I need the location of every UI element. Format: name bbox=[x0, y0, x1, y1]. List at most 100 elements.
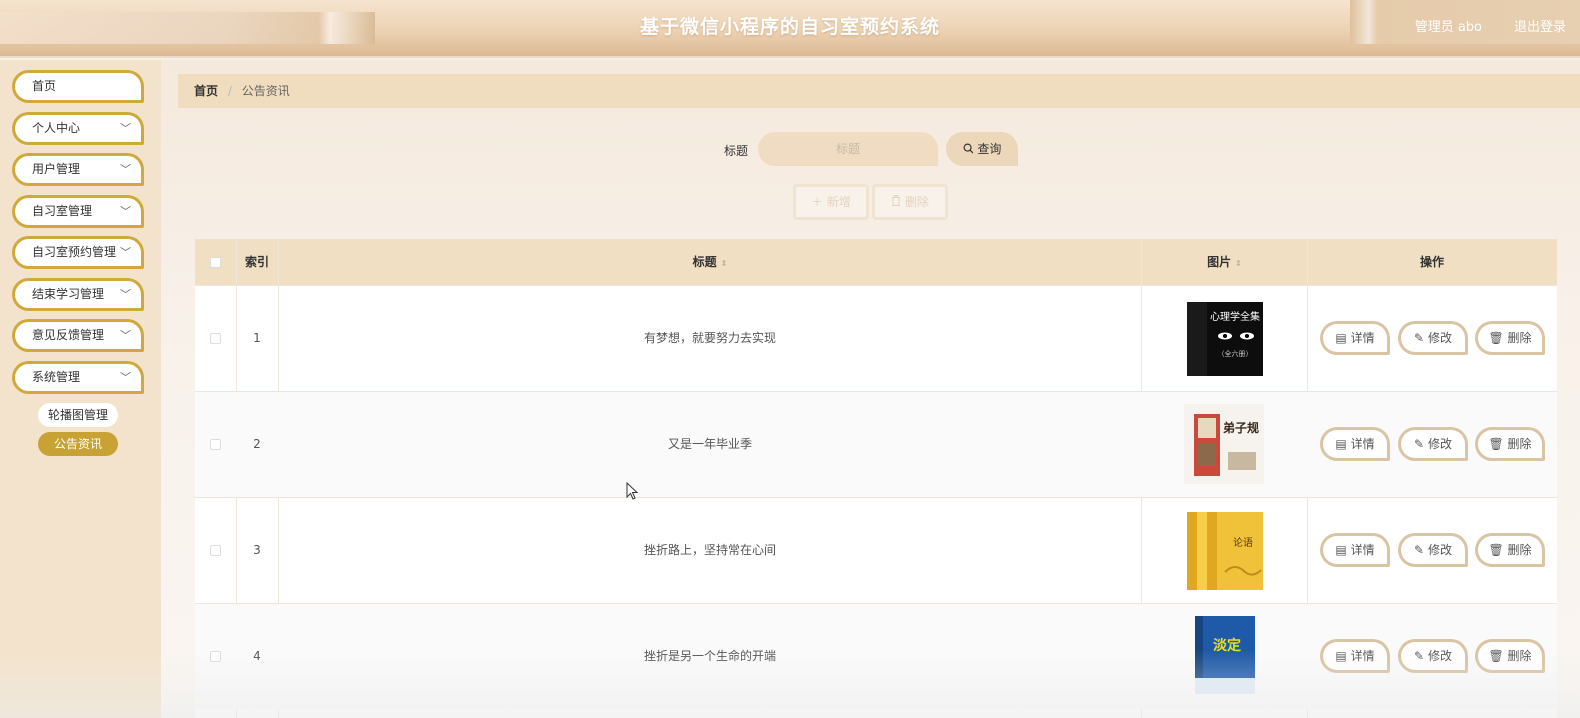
cover-subtitle-text: （全六册） bbox=[1218, 349, 1253, 358]
sidebar-item-personal-center[interactable]: 个人中心 ﹀ bbox=[12, 112, 144, 145]
col-header-image-label: 图片 bbox=[1207, 255, 1232, 269]
trash-icon: 🗑 bbox=[1488, 331, 1504, 345]
sidebar-item-system-management[interactable]: 系统管理 ﹀ bbox=[12, 361, 144, 394]
edit-button-label: 修改 bbox=[1427, 437, 1452, 451]
sidebar-item-label: 个人中心 bbox=[32, 121, 81, 135]
sidebar-item-label: 自习室预约管理 bbox=[32, 245, 117, 259]
edit-button[interactable]: ✎ 修改 bbox=[1398, 321, 1468, 355]
row-index: 4 bbox=[253, 649, 261, 663]
add-button[interactable]: ＋ 新增 bbox=[793, 184, 869, 220]
app-title: 基于微信小程序的自习室预约系统 bbox=[639, 16, 940, 38]
chevron-down-icon: ﹀ bbox=[120, 122, 131, 135]
col-header-title-label: 标题 bbox=[692, 255, 717, 269]
detail-button[interactable]: ▤ 详情 bbox=[1320, 639, 1390, 673]
document-icon: ▤ bbox=[1335, 543, 1347, 557]
row-title: 又是一年毕业季 bbox=[667, 437, 752, 451]
delete-button-label: 删除 bbox=[1507, 543, 1532, 557]
select-all-checkbox[interactable] bbox=[210, 257, 221, 268]
batch-delete-button[interactable]: 删除 bbox=[872, 184, 948, 220]
chevron-down-icon: ﹀ bbox=[120, 246, 131, 259]
row-title: 挫折是另一个生命的开端 bbox=[643, 649, 776, 663]
edit-button[interactable]: ✎ 修改 bbox=[1398, 533, 1468, 567]
sidebar-item-label: 首页 bbox=[32, 79, 57, 93]
submenu-item-carousel[interactable]: 轮播图管理 bbox=[38, 403, 118, 427]
add-button-label: 新增 bbox=[826, 195, 851, 209]
mouse-cursor-icon bbox=[626, 482, 639, 500]
edit-button[interactable]: ✎ 修改 bbox=[1398, 427, 1468, 461]
pencil-icon: ✎ bbox=[1414, 331, 1425, 345]
batch-delete-label: 删除 bbox=[904, 195, 929, 209]
row-index: 1 bbox=[253, 331, 261, 345]
col-header-image[interactable]: 图片 ⇕ bbox=[1142, 239, 1307, 285]
sidebar-item-label: 结束学习管理 bbox=[32, 287, 105, 301]
delete-button-label: 删除 bbox=[1507, 649, 1532, 663]
document-icon: ▤ bbox=[1335, 437, 1347, 451]
sidebar-item-study-room-management[interactable]: 自习室管理 ﹀ bbox=[12, 195, 144, 228]
table-header: 索引 标题 ⇕ 图片 ⇕ 操作 bbox=[195, 239, 1557, 285]
trash-icon: 🗑 bbox=[1488, 543, 1504, 557]
edit-button[interactable]: ✎ 修改 bbox=[1398, 639, 1468, 673]
chevron-down-icon: ﹀ bbox=[120, 288, 131, 301]
sidebar-item-feedback-management[interactable]: 意见反馈管理 ﹀ bbox=[12, 319, 144, 352]
table-row: 1 有梦想，就要努力去实现 心理学全集 （全六册） ▤ 详情 ✎ 修改 🗑 删除 bbox=[195, 285, 1557, 391]
edit-button-label: 修改 bbox=[1427, 331, 1452, 345]
sort-icon[interactable]: ⇕ bbox=[1235, 259, 1242, 268]
top-header: 基于微信小程序的自习室预约系统 管理员 abo 退出登录 bbox=[0, 0, 1580, 58]
row-checkbox[interactable] bbox=[210, 545, 221, 556]
document-icon: ▤ bbox=[1335, 331, 1347, 345]
row-checkbox[interactable] bbox=[210, 333, 221, 344]
book-cover-image: 淡定 bbox=[1195, 616, 1255, 694]
delete-button[interactable]: 🗑 删除 bbox=[1475, 533, 1545, 567]
delete-button[interactable]: 🗑 删除 bbox=[1475, 321, 1545, 355]
detail-button-label: 详情 bbox=[1350, 437, 1375, 451]
sort-icon[interactable]: ⇕ bbox=[721, 259, 728, 268]
cover-title-text: 心理学全集 bbox=[1210, 310, 1260, 323]
book-cover-image: 心理学全集 （全六册） bbox=[1187, 302, 1263, 376]
search-label: 标题 bbox=[724, 144, 749, 158]
trash-icon bbox=[891, 195, 905, 209]
pencil-icon: ✎ bbox=[1414, 437, 1425, 451]
table-row: 3 挫折路上，坚持常在心间 论语 ▤ 详情 ✎ 修改 🗑 删除 bbox=[195, 497, 1557, 603]
trash-icon: 🗑 bbox=[1488, 437, 1504, 451]
detail-button[interactable]: ▤ 详情 bbox=[1320, 321, 1390, 355]
submenu-item-announcements[interactable]: 公告资讯 bbox=[38, 432, 118, 456]
row-index: 3 bbox=[253, 543, 261, 557]
cover-title-text: 论语 bbox=[1233, 536, 1253, 549]
row-checkbox[interactable] bbox=[210, 651, 221, 662]
breadcrumb: 首页 / 公告资讯 bbox=[178, 74, 1580, 108]
book-cover-image: 论语 bbox=[1187, 512, 1263, 590]
row-checkbox[interactable] bbox=[210, 439, 221, 450]
sidebar: 首页 个人中心 ﹀ 用户管理 ﹀ 自习室管理 ﹀ 自习室预约管理 ﹀ 结束学习管… bbox=[0, 60, 161, 718]
edit-button-label: 修改 bbox=[1427, 543, 1452, 557]
sidebar-item-reservation-management[interactable]: 自习室预约管理 ﹀ bbox=[12, 236, 144, 269]
detail-button-label: 详情 bbox=[1350, 543, 1375, 557]
breadcrumb-home[interactable]: 首页 bbox=[194, 84, 218, 98]
delete-button[interactable]: 🗑 删除 bbox=[1475, 427, 1545, 461]
chevron-down-icon: ﹀ bbox=[120, 371, 131, 384]
table-row: 2 又是一年毕业季 弟子规 ▤ 详情 ✎ 修改 🗑 删除 bbox=[195, 391, 1557, 497]
col-header-index: 索引 bbox=[244, 255, 269, 269]
title-search-input[interactable] bbox=[758, 132, 938, 166]
sidebar-item-label: 系统管理 bbox=[32, 370, 81, 384]
edit-button-label: 修改 bbox=[1427, 649, 1452, 663]
sidebar-item-user-management[interactable]: 用户管理 ﹀ bbox=[12, 153, 144, 186]
detail-button[interactable]: ▤ 详情 bbox=[1320, 533, 1390, 567]
detail-button-label: 详情 bbox=[1350, 331, 1375, 345]
delete-button-label: 删除 bbox=[1507, 437, 1532, 451]
sidebar-item-end-study-management[interactable]: 结束学习管理 ﹀ bbox=[12, 278, 144, 311]
cover-title-text: 淡定 bbox=[1213, 637, 1241, 654]
sidebar-item-label: 意见反馈管理 bbox=[32, 328, 105, 342]
breadcrumb-current: 公告资讯 bbox=[241, 84, 290, 98]
plus-icon: ＋ bbox=[811, 195, 824, 209]
row-title: 挫折路上，坚持常在心间 bbox=[643, 543, 776, 557]
sidebar-item-home[interactable]: 首页 bbox=[12, 70, 144, 103]
detail-button[interactable]: ▤ 详情 bbox=[1320, 427, 1390, 461]
document-icon: ▤ bbox=[1335, 649, 1347, 663]
announcement-table: 索引 标题 ⇕ 图片 ⇕ 操作 1 有梦想，就要努力去实现 心理学全集 （全六册… bbox=[195, 239, 1557, 718]
search-button[interactable]: 查询 bbox=[946, 132, 1018, 166]
delete-button[interactable]: 🗑 删除 bbox=[1475, 639, 1545, 673]
sidebar-item-label: 用户管理 bbox=[32, 162, 81, 176]
trash-icon: 🗑 bbox=[1488, 649, 1504, 663]
logout-link[interactable]: 退出登录 bbox=[1514, 16, 1566, 35]
col-header-title[interactable]: 标题 ⇕ bbox=[278, 239, 1142, 285]
